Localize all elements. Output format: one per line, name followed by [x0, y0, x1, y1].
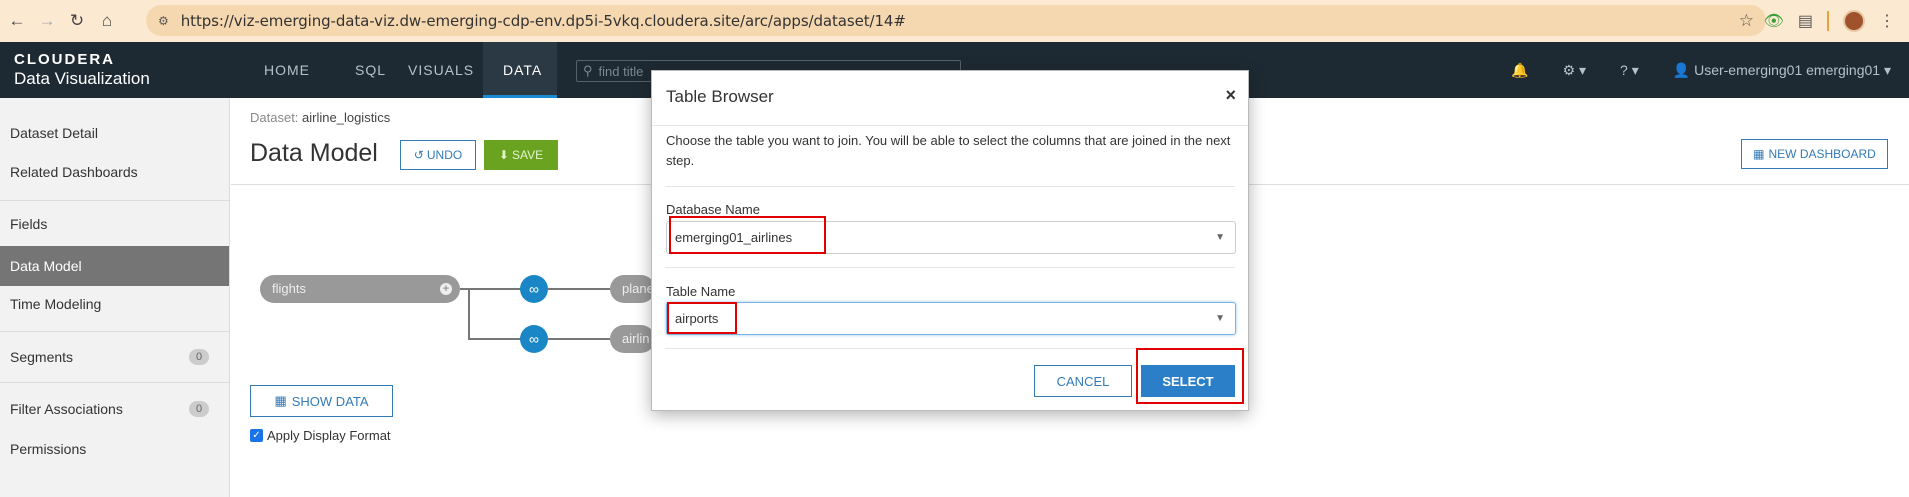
- toolbar-divider: [1827, 11, 1829, 31]
- apply-display-format-label: Apply Display Format: [267, 428, 391, 443]
- close-icon[interactable]: ×: [1225, 85, 1236, 106]
- menu-dots-icon[interactable]: ⋮: [1879, 11, 1895, 31]
- sidebar-divider: [0, 200, 229, 201]
- sidebar-divider: [0, 331, 229, 332]
- join-link-icon[interactable]: ∞: [520, 325, 548, 353]
- forward-icon[interactable]: →: [32, 6, 62, 36]
- user-menu[interactable]: 👤 User-emerging01 emerging01 ▾: [1673, 62, 1891, 79]
- table-node-flights[interactable]: flights +: [260, 275, 460, 303]
- modal-description: Choose the table you want to join. You w…: [666, 133, 1231, 168]
- url-text: https://viz-emerging-data-viz.dw-emergin…: [180, 11, 906, 30]
- join-link-icon[interactable]: ∞: [520, 275, 548, 303]
- sidebar: Dataset Detail Related Dashboards Fields…: [0, 98, 230, 497]
- browser-toolbar: ← → ↻ ⌂ ⚙ https://viz-emerging-data-viz.…: [0, 0, 1909, 42]
- dashboard-icon: ▦: [1753, 147, 1765, 161]
- home-icon[interactable]: ⌂: [92, 6, 122, 36]
- user-name: User-emerging01 emerging01: [1694, 61, 1881, 78]
- profile-avatar[interactable]: [1843, 10, 1865, 32]
- cancel-button[interactable]: CANCEL: [1034, 365, 1132, 397]
- search-placeholder: find title: [598, 63, 644, 79]
- nav-home[interactable]: HOME: [244, 42, 330, 98]
- modal-header: Table Browser ×: [652, 71, 1248, 126]
- add-join-icon[interactable]: +: [440, 283, 452, 295]
- page-title: Data Model: [250, 139, 378, 167]
- nav-data[interactable]: DATA: [483, 42, 557, 98]
- address-bar[interactable]: ⚙ https://viz-emerging-data-viz.dw-emerg…: [146, 5, 1766, 36]
- save-label: SAVE: [511, 148, 544, 162]
- sidebar-item-time-modeling[interactable]: Time Modeling: [0, 284, 229, 324]
- table-node-plane[interactable]: plane: [610, 275, 655, 303]
- dataset-name: airline_logistics: [302, 110, 391, 125]
- table-name-label: Table Name: [666, 284, 736, 299]
- nav-visuals[interactable]: VISUALS: [388, 42, 494, 98]
- table-node-airline[interactable]: airlin: [610, 325, 655, 353]
- back-icon[interactable]: ←: [2, 6, 32, 36]
- eye-extension-icon[interactable]: 👁: [1764, 11, 1784, 31]
- undo-icon: ↺: [413, 148, 424, 162]
- bell-icon[interactable]: 🔔: [1511, 62, 1528, 79]
- connector-line: [548, 288, 613, 290]
- help-icon[interactable]: ? ▾: [1620, 62, 1639, 79]
- gear-icon[interactable]: ⚙ ▾: [1563, 62, 1586, 79]
- show-data-label: SHOW DATA: [291, 393, 369, 409]
- new-dashboard-button[interactable]: ▦ NEW DASHBOARD: [1741, 139, 1888, 169]
- count-badge: 0: [189, 349, 209, 365]
- sidebar-item-permissions[interactable]: Permissions: [0, 429, 229, 469]
- sidebar-item-label: Segments: [10, 349, 74, 365]
- bookmark-star-icon[interactable]: ☆: [1739, 11, 1754, 31]
- download-icon: ⬇: [498, 148, 509, 162]
- modal-title: Table Browser: [666, 87, 774, 106]
- logo-cloudera: CLOUDERA: [14, 51, 115, 68]
- sidebar-divider: [0, 382, 229, 383]
- modal-divider: [665, 267, 1235, 268]
- modal-divider: [665, 186, 1235, 187]
- table-name-select[interactable]: airports ▼: [666, 302, 1236, 335]
- dataset-prefix: Dataset:: [250, 110, 299, 125]
- sidebar-item-dataset-detail[interactable]: Dataset Detail: [0, 113, 229, 153]
- reload-icon[interactable]: ↻: [62, 6, 92, 36]
- table-icon: ▦: [274, 393, 287, 408]
- undo-label: UNDO: [426, 148, 463, 162]
- highlight-table-name: [667, 302, 737, 334]
- highlight-select-button: [1136, 348, 1244, 404]
- highlight-database-name: [669, 216, 826, 254]
- undo-button[interactable]: ↺ UNDO: [400, 140, 476, 170]
- dataset-breadcrumb: Dataset: airline_logistics: [250, 110, 390, 125]
- search-icon: ⚲: [583, 63, 593, 78]
- sidebar-item-data-model[interactable]: Data Model: [0, 246, 229, 286]
- apply-display-format-row: ✓ Apply Display Format: [250, 428, 391, 443]
- connector-line: [468, 288, 470, 339]
- connector-line: [548, 338, 613, 340]
- new-dashboard-label: NEW DASHBOARD: [1768, 147, 1876, 161]
- save-button[interactable]: ⬇ SAVE: [484, 140, 558, 170]
- sidebar-item-label: Filter Associations: [10, 401, 123, 417]
- sidebar-item-segments[interactable]: Segments 0: [0, 337, 229, 377]
- sidebar-item-filter-associations[interactable]: Filter Associations 0: [0, 389, 229, 429]
- count-badge: 0: [189, 401, 209, 417]
- chevron-down-icon: ▼: [1215, 313, 1225, 324]
- logo-product: Data Visualization: [14, 69, 150, 88]
- extensions-icon[interactable]: ▤: [1798, 11, 1813, 31]
- table-node-label: flights: [272, 281, 306, 296]
- sidebar-item-related-dashboards[interactable]: Related Dashboards: [0, 152, 229, 192]
- sidebar-item-fields[interactable]: Fields: [0, 204, 229, 244]
- chevron-down-icon: ▼: [1215, 232, 1225, 243]
- show-data-button[interactable]: ▦ SHOW DATA: [250, 385, 393, 417]
- database-name-label: Database Name: [666, 202, 760, 217]
- apply-display-format-checkbox[interactable]: ✓: [250, 429, 263, 442]
- site-settings-icon[interactable]: ⚙: [158, 14, 169, 28]
